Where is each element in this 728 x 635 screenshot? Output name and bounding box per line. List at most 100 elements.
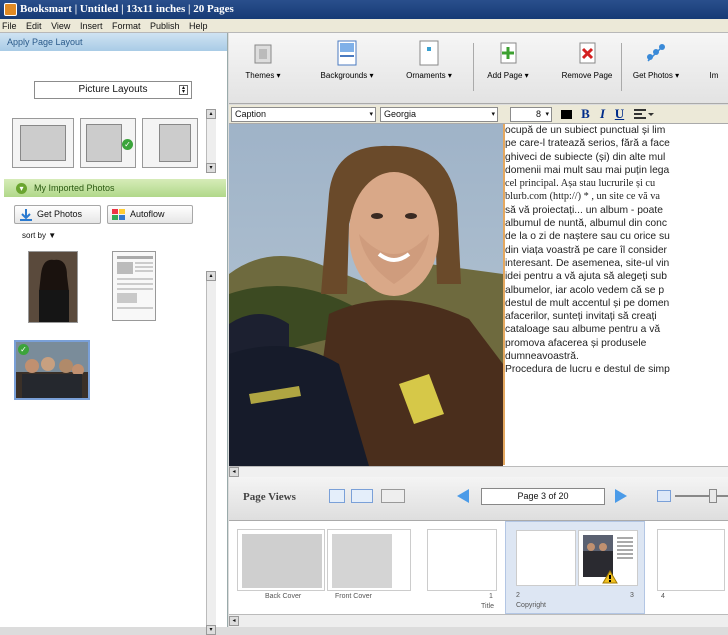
zoom-slider[interactable] <box>675 495 728 497</box>
text-line: promova afacerea și produsele <box>505 337 647 349</box>
menu-format[interactable]: Format <box>112 21 141 31</box>
import-label: Im <box>709 71 719 80</box>
text-line: blurb.com (http://) * , un site ce vă va <box>505 191 660 203</box>
style-select[interactable]: Caption ▾ <box>231 107 376 122</box>
themes-button[interactable]: Themes ▾ <box>243 39 283 80</box>
menu-help[interactable]: Help <box>189 21 208 31</box>
text-line: albumul de nuntă, albumul din conc <box>505 218 667 230</box>
page-views-label: Page Views <box>243 491 296 503</box>
single-page-view-icon[interactable] <box>329 489 345 503</box>
text-line: ocupă de un subiect punctual și lim <box>505 125 666 136</box>
menu-insert[interactable]: Insert <box>80 21 103 31</box>
copyright-page-number: 2 <box>516 592 520 599</box>
ornaments-label: Ornaments ▾ <box>406 71 452 80</box>
toolbar-get-photos-button[interactable]: Get Photos ▾ <box>629 39 683 80</box>
window-title: Booksmart | Untitled | 13x11 inches | 20… <box>20 3 234 15</box>
prev-page-icon[interactable] <box>455 487 471 507</box>
spread-view-icon[interactable] <box>351 489 373 503</box>
scroll-up-icon[interactable]: ▴ <box>206 109 216 119</box>
page-photo[interactable] <box>229 124 503 466</box>
text-line: afacerilor, sunteți invitați să creați <box>505 311 657 323</box>
bold-button[interactable]: B <box>578 107 593 122</box>
photos-scroll-up-icon[interactable]: ▴ <box>206 271 216 281</box>
backgrounds-icon <box>335 39 359 67</box>
front-cover-thumb[interactable] <box>327 529 411 591</box>
get-photos-button[interactable]: Get Photos <box>14 205 101 224</box>
size-dropdown-icon: ▾ <box>545 111 549 118</box>
page-layout-header: Apply Page Layout <box>0 33 227 51</box>
warning-icon <box>602 570 618 586</box>
strip-scrollbar[interactable]: ◂ <box>229 614 728 627</box>
layout-type-value: Picture Layouts <box>78 84 148 95</box>
menu-file[interactable]: File <box>2 21 17 31</box>
page-3-number: 3 <box>630 592 634 599</box>
add-page-button[interactable]: Add Page ▾ <box>481 39 535 80</box>
grid-view-icon[interactable] <box>381 489 405 503</box>
layouts-scrollbar[interactable]: ▴ ▾ <box>206 109 216 173</box>
imported-photos-header[interactable]: ▾ My Imported Photos <box>4 179 226 197</box>
autoflow-icon <box>112 208 126 221</box>
remove-page-button[interactable]: Remove Page <box>559 39 615 80</box>
window-title-bar: Booksmart | Untitled | 13x11 inches | 20… <box>0 0 728 19</box>
zoom-out-icon[interactable] <box>657 490 671 502</box>
autoflow-button[interactable]: Autoflow <box>107 205 193 224</box>
text-line: albumelor, iar acolo vedem că se p <box>505 284 665 296</box>
photos-scrollbar[interactable]: ▴ ▾ <box>206 271 216 635</box>
used-photo-check-icon: ✓ <box>18 344 29 355</box>
sort-by-dropdown[interactable]: sort by ▼ <box>22 231 56 240</box>
ornaments-button[interactable]: Ornaments ▾ <box>399 39 459 80</box>
font-size-value: 8 <box>536 109 542 119</box>
photo-thumb-group[interactable]: ✓ <box>14 340 90 400</box>
menu-publish[interactable]: Publish <box>150 21 180 31</box>
layout-type-select[interactable]: Picture Layouts ▴ ▾ <box>34 81 192 99</box>
checkmark-icon: ✓ <box>122 139 133 150</box>
page-4-thumb[interactable] <box>657 529 725 591</box>
copyright-page-thumb[interactable] <box>516 530 576 586</box>
page-strip: Back Cover Front Cover 1 Title 2 Copyrig… <box>229 521 728 614</box>
text-frame[interactable]: ocupă de un subiect punctual și lim pe c… <box>503 124 728 465</box>
format-bar: Caption ▾ Georgia ▾ 8 ▾ B I U <box>229 105 728 124</box>
italic-button[interactable]: I <box>595 107 610 122</box>
backgrounds-button[interactable]: Backgrounds ▾ <box>317 39 377 80</box>
title-page-label: Title <box>481 603 494 610</box>
layout-thumb-3[interactable] <box>142 118 198 168</box>
text-line: destul de mult accentul și pe domen <box>505 297 670 309</box>
underline-button[interactable]: U <box>612 107 627 122</box>
align-button[interactable] <box>631 107 655 122</box>
remove-page-label: Remove Page <box>561 71 613 80</box>
menu-edit[interactable]: Edit <box>26 21 42 31</box>
text-line: Procedura de lucru e destul de simp <box>505 364 670 376</box>
strip-scroll-left-icon[interactable]: ◂ <box>229 616 239 626</box>
copyright-page-label: Copyright <box>516 602 546 609</box>
font-select[interactable]: Georgia ▾ <box>380 107 498 122</box>
page-4-number: 4 <box>661 593 665 600</box>
style-value: Caption <box>235 109 267 119</box>
text-line: ghiveci de subiecte (și) din alte mul <box>505 151 666 163</box>
add-page-label: Add Page ▾ <box>487 71 529 80</box>
text-line: să vă proiectați... un album - poate <box>505 204 663 216</box>
scroll-down-icon[interactable]: ▾ <box>206 163 216 173</box>
collapse-icon[interactable]: ▾ <box>16 183 27 194</box>
menu-bar: File Edit View Insert Format Publish Hel… <box>0 19 728 33</box>
photo-thumb-document[interactable] <box>112 251 156 321</box>
text-color-swatch[interactable] <box>559 107 574 122</box>
layout-thumb-2[interactable]: ✓ <box>80 118 136 168</box>
toolbar-get-photos-label: Get Photos ▾ <box>632 71 680 80</box>
scroll-left-icon[interactable]: ◂ <box>229 467 239 477</box>
back-cover-thumb[interactable] <box>237 529 325 591</box>
title-page-thumb[interactable] <box>427 529 497 591</box>
front-cover-label: Front Cover <box>335 593 372 600</box>
layout-thumb-1[interactable] <box>12 118 74 168</box>
font-size-select[interactable]: 8 ▾ <box>510 107 552 122</box>
import-button[interactable]: Im <box>699 39 728 80</box>
menu-view[interactable]: View <box>51 21 70 31</box>
zoom-slider-handle[interactable] <box>709 489 717 503</box>
next-page-icon[interactable] <box>613 487 629 507</box>
photo-thumb-woman[interactable] <box>28 251 78 323</box>
page-number-field[interactable]: Page 3 of 20 <box>481 488 605 505</box>
get-photos-icon <box>644 39 668 67</box>
selected-spread[interactable]: 2 Copyright 3 <box>505 521 645 614</box>
backgrounds-label: Backgrounds ▾ <box>320 71 374 80</box>
canvas-hscrollbar[interactable]: ◂ <box>229 466 728 477</box>
text-line: interesant. De asemenea, site-ul vin <box>505 257 670 269</box>
